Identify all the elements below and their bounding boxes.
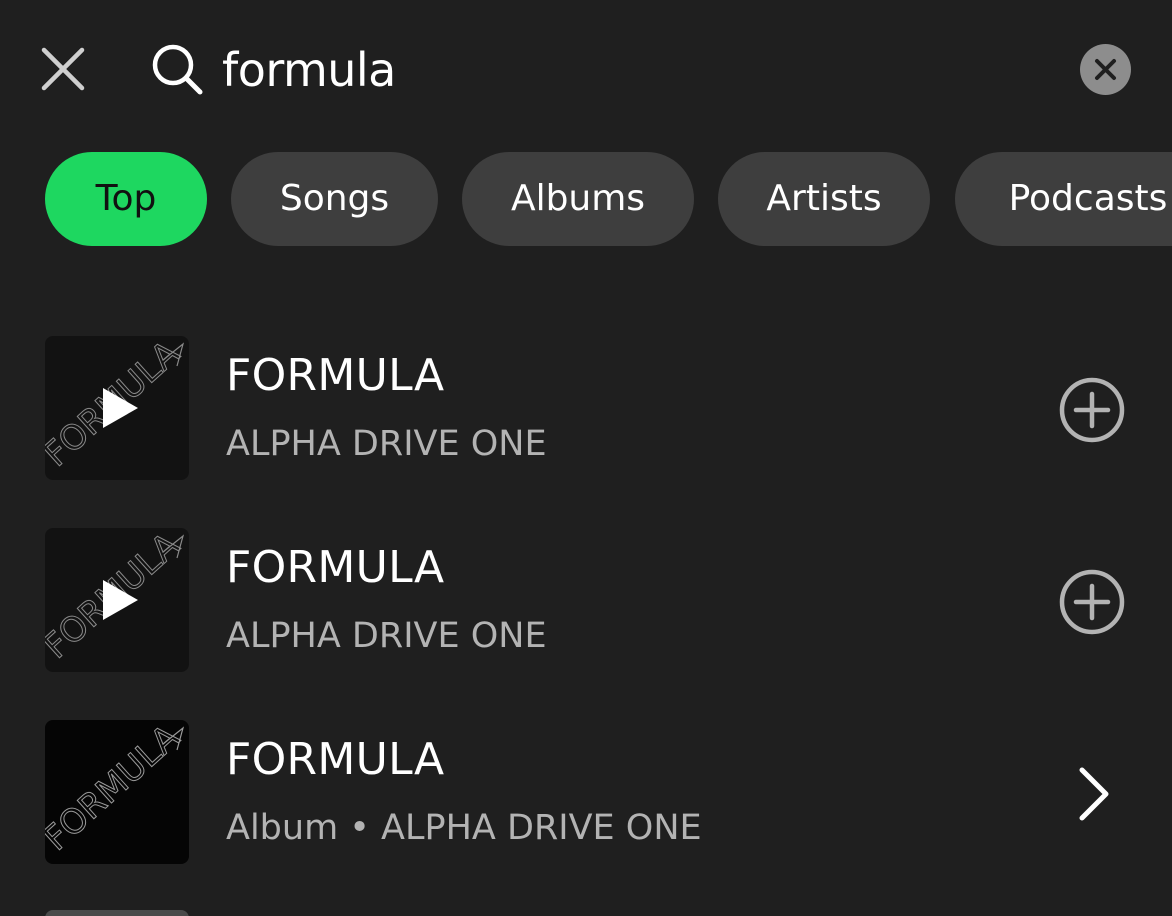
- search-result-row[interactable]: FORMULA FORMULA ALPHA DRIVE ONE: [0, 336, 1172, 486]
- result-title: FORMULA: [226, 350, 445, 401]
- song-artwork: FORMULA: [45, 336, 189, 480]
- chip-top[interactable]: Top: [45, 152, 207, 246]
- search-result-row[interactable]: FORMULA FORMULA Album • ALPHA DRIVE ONE: [0, 720, 1172, 870]
- search-result-row[interactable]: FORMULA FORMULA ALPHA DRIVE ONE: [0, 528, 1172, 678]
- search-screen: Top Songs Albums Artists Podcasts FORMUL…: [0, 0, 1172, 916]
- chip-artists[interactable]: Artists: [718, 152, 930, 246]
- add-circle-icon: [1059, 569, 1125, 635]
- result-title: FORMULA: [226, 734, 445, 785]
- clear-search-button[interactable]: [1080, 44, 1131, 95]
- chip-podcasts[interactable]: Podcasts: [955, 152, 1172, 246]
- album-artwork: FORMULA: [45, 720, 189, 864]
- artwork-text: FORMULA: [45, 720, 187, 859]
- chevron-right-icon: [1079, 767, 1109, 821]
- chip-albums[interactable]: Albums: [462, 152, 694, 246]
- add-to-library-button[interactable]: [1056, 566, 1128, 638]
- add-to-library-button[interactable]: [1056, 374, 1128, 446]
- clear-icon: [1095, 59, 1116, 80]
- close-button[interactable]: [38, 44, 88, 94]
- result-subtitle: ALPHA DRIVE ONE: [226, 616, 547, 656]
- result-subtitle: ALPHA DRIVE ONE: [226, 424, 547, 464]
- search-input[interactable]: [222, 30, 1042, 110]
- open-album-button[interactable]: [1056, 758, 1128, 830]
- chip-songs[interactable]: Songs: [231, 152, 438, 246]
- search-icon: [150, 42, 204, 96]
- result-subtitle: Album • ALPHA DRIVE ONE: [226, 808, 702, 848]
- song-artwork: FORMULA: [45, 528, 189, 672]
- next-result-artwork: [45, 910, 189, 916]
- close-icon: [41, 47, 85, 91]
- result-title: FORMULA: [226, 542, 445, 593]
- add-circle-icon: [1059, 377, 1125, 443]
